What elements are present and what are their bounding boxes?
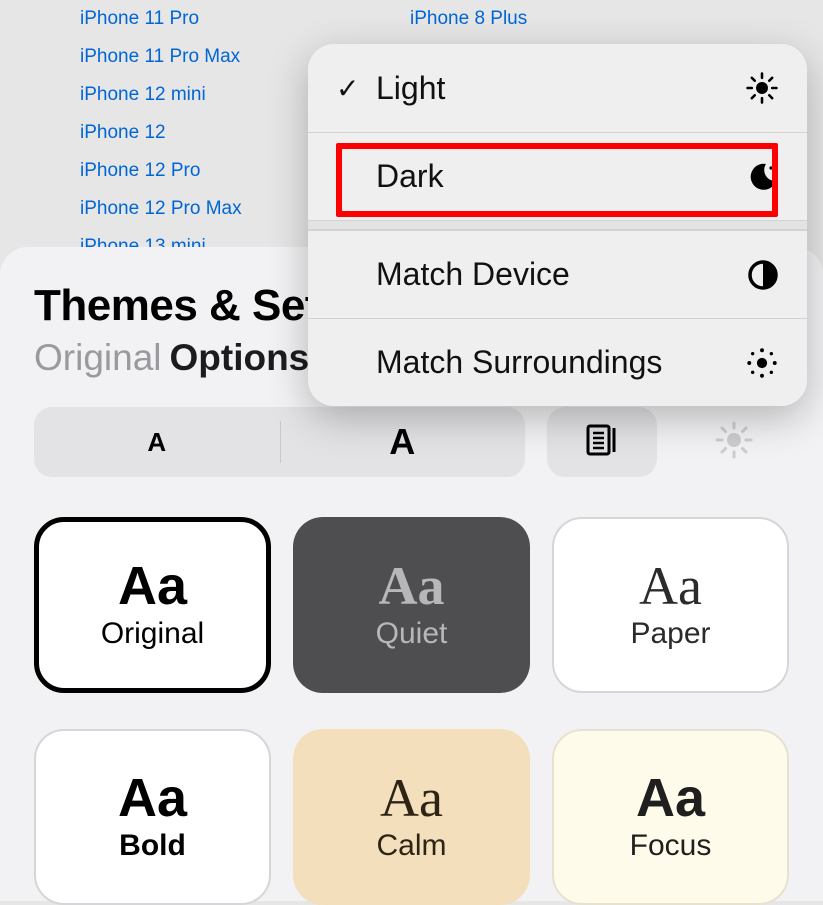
auto-brightness-icon <box>739 346 779 380</box>
theme-label: Paper <box>630 617 710 651</box>
theme-sample: Aa <box>118 559 187 613</box>
theme-card-focus[interactable]: Aa Focus <box>552 729 789 905</box>
font-size-increase-button[interactable]: A <box>280 407 526 477</box>
appearance-option-match-device[interactable]: Match Device <box>308 230 807 318</box>
device-link[interactable]: iPhone 11 Pro Max <box>80 38 242 76</box>
theme-card-paper[interactable]: Aa Paper <box>552 517 789 693</box>
theme-card-bold[interactable]: Aa Bold <box>34 729 271 905</box>
device-link[interactable]: iPhone 12 mini <box>80 76 242 114</box>
theme-card-original[interactable]: Aa Original <box>34 517 271 693</box>
menu-separator <box>308 220 807 230</box>
sun-icon <box>739 71 779 105</box>
appearance-option-light[interactable]: ✓ Light <box>308 44 807 132</box>
theme-sample: Aa <box>380 771 443 825</box>
moon-icon <box>739 161 779 193</box>
subtitle-current-theme: Original <box>34 337 162 379</box>
option-label: Light <box>376 70 739 107</box>
theme-label: Original <box>101 617 204 651</box>
appearance-popover: ✓ Light Dark Matc <box>308 44 807 406</box>
sun-icon <box>714 420 754 465</box>
theme-label: Focus <box>630 829 712 863</box>
theme-label: Calm <box>376 829 446 863</box>
device-link[interactable]: iPhone 8 Plus <box>410 0 527 38</box>
theme-sample: Aa <box>636 771 705 825</box>
appearance-option-dark[interactable]: Dark <box>308 132 807 220</box>
font-size-stepper: A A <box>34 407 525 477</box>
reader-layout-button[interactable] <box>547 407 657 477</box>
option-label: Dark <box>376 158 739 195</box>
option-label: Match Surroundings <box>376 344 739 381</box>
theme-label: Bold <box>119 829 186 863</box>
toolbar: A A <box>34 407 789 477</box>
device-link-list: iPhone 11 Pro iPhone 11 Pro Max iPhone 1… <box>0 0 823 2</box>
theme-sample: Aa <box>639 559 702 613</box>
device-link[interactable]: iPhone 11 Pro <box>80 0 242 38</box>
theme-card-quiet[interactable]: Aa Quiet <box>293 517 530 693</box>
font-size-decrease-button[interactable]: A <box>34 407 280 477</box>
theme-card-calm[interactable]: Aa Calm <box>293 729 530 905</box>
page-columns-icon <box>584 422 620 463</box>
theme-sample: Aa <box>118 771 187 825</box>
appearance-menu-button[interactable] <box>679 407 789 477</box>
appearance-option-match-surroundings[interactable]: Match Surroundings <box>308 318 807 406</box>
device-link[interactable]: iPhone 12 <box>80 114 242 152</box>
theme-sample: Aa <box>379 559 445 613</box>
subtitle-options-label: Options <box>170 337 310 379</box>
theme-grid: Aa Original Aa Quiet Aa Paper Aa Bold Aa… <box>34 517 789 905</box>
theme-label: Quiet <box>376 617 448 651</box>
device-link[interactable]: iPhone 12 Pro Max <box>80 190 242 228</box>
option-label: Match Device <box>376 256 739 293</box>
device-link[interactable]: iPhone 12 Pro <box>80 152 242 190</box>
half-circle-icon <box>739 259 779 291</box>
checkmark-icon: ✓ <box>336 72 376 105</box>
